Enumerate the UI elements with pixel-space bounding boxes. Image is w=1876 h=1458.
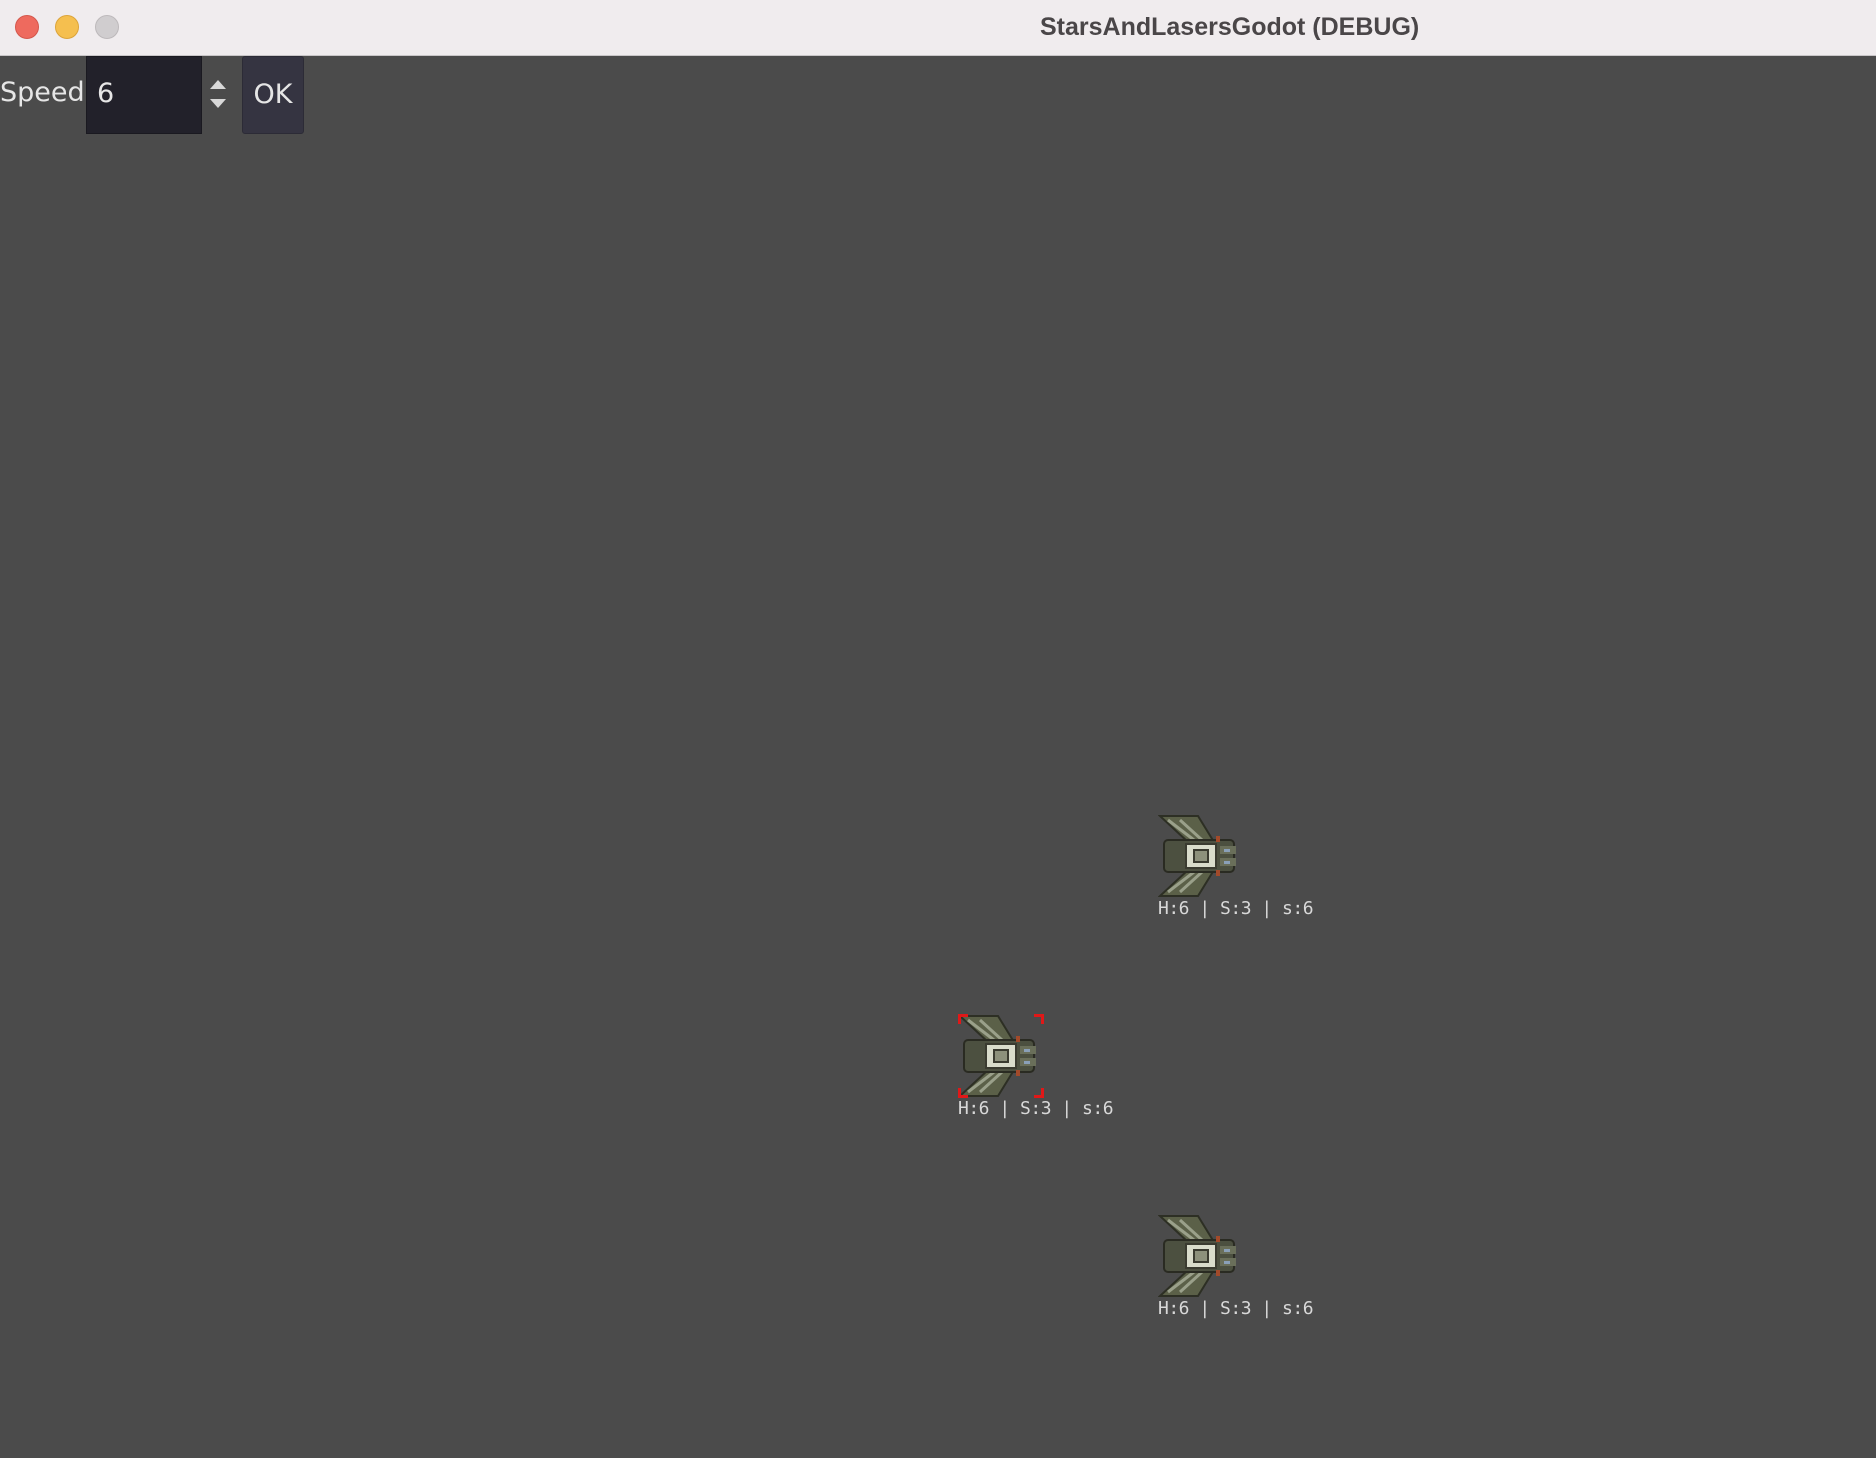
- spaceship-icon: [958, 1014, 1044, 1098]
- speed-label: Speed: [0, 77, 85, 108]
- close-window-button[interactable]: [15, 15, 39, 39]
- ship-stats-label: H:6 | S:3 | s:6: [1158, 898, 1314, 919]
- ship-unit-selected[interactable]: H:6 | S:3 | s:6: [958, 1014, 1114, 1134]
- spaceship-icon: [1158, 815, 1236, 897]
- zoom-window-button[interactable]: [95, 15, 119, 39]
- window-title: StarsAndLasersGodot (DEBUG): [1040, 13, 1420, 41]
- game-window: StarsAndLasersGodot (DEBUG) Speed 6 OK H…: [0, 0, 1876, 1458]
- ok-button[interactable]: OK: [242, 56, 304, 134]
- ship-stats-label: H:6 | S:3 | s:6: [958, 1098, 1114, 1119]
- speed-spinbox[interactable]: 6: [86, 56, 202, 134]
- ship-stats-label: H:6 | S:3 | s:6: [1158, 1298, 1314, 1319]
- ship-unit[interactable]: H:6 | S:3 | s:6: [1158, 1214, 1314, 1334]
- spin-arrows-icon[interactable]: [204, 76, 232, 112]
- game-viewport[interactable]: Speed 6 OK H:6 | S:3 | s:6 H:6 | S:3 | s…: [0, 56, 1876, 1458]
- ship-unit[interactable]: H:6 | S:3 | s:6: [1158, 814, 1314, 934]
- title-bar: StarsAndLasersGodot (DEBUG): [0, 0, 1876, 56]
- spaceship-icon: [1158, 1215, 1236, 1297]
- minimize-window-button[interactable]: [55, 15, 79, 39]
- speed-value[interactable]: 6: [97, 77, 114, 111]
